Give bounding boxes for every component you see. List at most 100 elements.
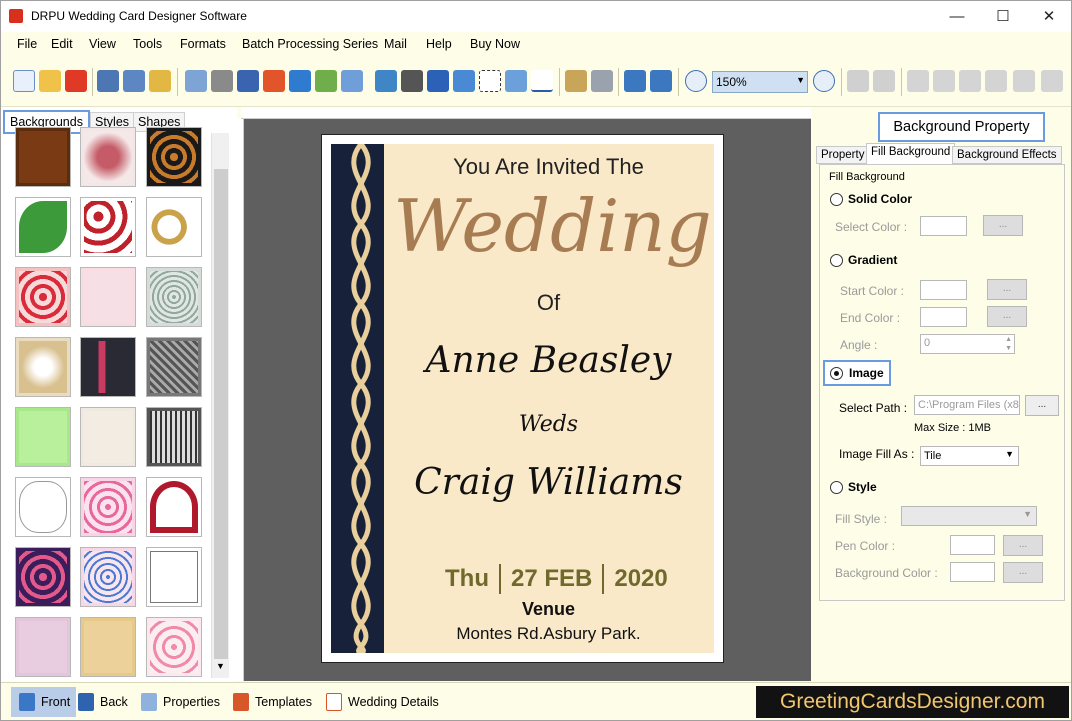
card-weds[interactable]: Weds bbox=[331, 412, 714, 437]
pen-color-button[interactable]: ... bbox=[1003, 535, 1043, 556]
redo-icon[interactable] bbox=[650, 70, 672, 92]
line-icon[interactable] bbox=[531, 70, 553, 92]
end-color-button[interactable]: ... bbox=[987, 306, 1027, 327]
background-thumbnail[interactable] bbox=[15, 267, 71, 327]
tab-properties[interactable]: Properties bbox=[133, 687, 226, 717]
tab-back[interactable]: Back bbox=[70, 687, 134, 717]
tab-property[interactable]: Property bbox=[816, 146, 870, 164]
signature-icon[interactable] bbox=[479, 70, 501, 92]
end-color-field[interactable] bbox=[920, 307, 967, 327]
new-icon[interactable] bbox=[13, 70, 35, 92]
background-thumbnail[interactable] bbox=[80, 127, 136, 187]
arrow-down-icon[interactable] bbox=[1041, 70, 1063, 92]
wedding-card[interactable]: You Are Invited The Wedding Of Anne Beas… bbox=[331, 144, 714, 653]
card-invite-line[interactable]: You Are Invited The bbox=[331, 154, 714, 180]
unlock-icon[interactable] bbox=[873, 70, 895, 92]
text-icon[interactable] bbox=[427, 70, 449, 92]
barcode-linear-icon[interactable] bbox=[375, 70, 397, 92]
path-field[interactable]: C:\Program Files (x86 bbox=[914, 395, 1020, 415]
word-art-icon[interactable] bbox=[453, 70, 475, 92]
tab-front[interactable]: Front bbox=[11, 687, 77, 717]
menu-tools[interactable]: Tools bbox=[133, 37, 162, 51]
image-fill-select[interactable]: Tile ▼ bbox=[920, 446, 1019, 466]
arrow-left-icon[interactable] bbox=[907, 70, 929, 92]
background-thumbnail[interactable] bbox=[80, 617, 136, 677]
background-thumbnail[interactable] bbox=[146, 547, 202, 607]
card-bride-name[interactable]: Anne Beasley bbox=[331, 340, 714, 381]
card-venue[interactable]: Montes Rd.Asbury Park. bbox=[331, 624, 714, 644]
database-icon[interactable] bbox=[565, 70, 587, 92]
card-groom-name[interactable]: Craig Williams bbox=[331, 462, 714, 503]
background-thumbnail[interactable] bbox=[146, 337, 202, 397]
scroll-down-icon[interactable]: ▼ bbox=[216, 661, 225, 671]
card-venue-label[interactable]: Venue bbox=[331, 599, 714, 620]
background-thumbnail[interactable] bbox=[146, 267, 202, 327]
copy-icon[interactable] bbox=[237, 70, 259, 92]
menu-mail[interactable]: Mail bbox=[384, 37, 407, 51]
properties-icon[interactable] bbox=[185, 70, 207, 92]
background-thumbnail[interactable] bbox=[15, 617, 71, 677]
open-folder-icon[interactable] bbox=[39, 70, 61, 92]
arrow-right-icon[interactable] bbox=[959, 70, 981, 92]
thumbnail-scrollbar[interactable]: ▼ bbox=[211, 133, 229, 678]
close-file-icon[interactable] bbox=[65, 70, 87, 92]
style-radio[interactable] bbox=[830, 481, 843, 494]
gift-icon[interactable] bbox=[263, 70, 285, 92]
shapes-icon[interactable] bbox=[341, 70, 363, 92]
print-icon[interactable] bbox=[211, 70, 233, 92]
minimize-button[interactable]: — bbox=[934, 1, 980, 32]
tab-wedding-details[interactable]: Wedding Details bbox=[318, 687, 445, 717]
select-color-button[interactable]: ... bbox=[983, 215, 1023, 236]
background-thumbnail[interactable] bbox=[15, 477, 71, 537]
fill-style-select[interactable]: ▼ bbox=[901, 506, 1037, 526]
barcode-icon[interactable] bbox=[401, 70, 423, 92]
background-thumbnail[interactable] bbox=[146, 407, 202, 467]
menu-buy-now[interactable]: Buy Now bbox=[470, 37, 520, 51]
arrow-up-icon[interactable] bbox=[985, 70, 1007, 92]
menu-help[interactable]: Help bbox=[426, 37, 452, 51]
undo-icon[interactable] bbox=[624, 70, 646, 92]
scrollbar-thumb[interactable] bbox=[214, 169, 228, 659]
solid-color-radio[interactable] bbox=[830, 193, 843, 206]
menu-formats[interactable]: Formats bbox=[180, 37, 226, 51]
gradient-radio[interactable] bbox=[830, 254, 843, 267]
card-date-row[interactable]: Thu 27 FEB 2020 bbox=[445, 564, 714, 594]
browse-path-button[interactable]: ... bbox=[1025, 395, 1059, 416]
save-icon[interactable] bbox=[97, 70, 119, 92]
zoom-select[interactable]: 150% ▼ bbox=[712, 71, 808, 93]
background-color-button[interactable]: ... bbox=[1003, 562, 1043, 583]
start-color-button[interactable]: ... bbox=[987, 279, 1027, 300]
image-option-highlight[interactable]: Image bbox=[823, 360, 891, 386]
background-thumbnail[interactable] bbox=[15, 197, 71, 257]
tab-fill-background[interactable]: Fill Background bbox=[866, 143, 956, 164]
image-icon[interactable] bbox=[315, 70, 337, 92]
maximize-button[interactable]: ☐ bbox=[980, 1, 1026, 32]
database-settings-icon[interactable] bbox=[591, 70, 613, 92]
menu-edit[interactable]: Edit bbox=[51, 37, 73, 51]
card-of[interactable]: Of bbox=[331, 290, 714, 316]
pen-color-field[interactable] bbox=[950, 535, 995, 555]
pencil-icon[interactable] bbox=[289, 70, 311, 92]
export-icon[interactable] bbox=[149, 70, 171, 92]
background-thumbnail[interactable] bbox=[146, 617, 202, 677]
menu-batch-processing[interactable]: Batch Processing Series bbox=[242, 37, 378, 51]
zoom-in-icon[interactable] bbox=[685, 70, 707, 92]
stepper-arrows-icon[interactable]: ▲ ▼ bbox=[1005, 335, 1012, 353]
background-thumbnail[interactable] bbox=[146, 477, 202, 537]
start-color-field[interactable] bbox=[920, 280, 967, 300]
flip-horizontal-icon[interactable] bbox=[933, 70, 955, 92]
zoom-out-icon[interactable] bbox=[813, 70, 835, 92]
tab-background-effects[interactable]: Background Effects bbox=[952, 146, 1062, 164]
lock-icon[interactable] bbox=[847, 70, 869, 92]
save-as-icon[interactable] bbox=[123, 70, 145, 92]
tab-templates[interactable]: Templates bbox=[225, 687, 318, 717]
background-thumbnail[interactable] bbox=[15, 407, 71, 467]
card-title[interactable]: Wedding bbox=[331, 184, 714, 268]
background-thumbnail[interactable] bbox=[15, 337, 71, 397]
background-thumbnail[interactable] bbox=[15, 547, 71, 607]
close-button[interactable]: ✕ bbox=[1026, 1, 1072, 32]
menu-file[interactable]: File bbox=[17, 37, 37, 51]
background-thumbnail[interactable] bbox=[80, 337, 136, 397]
background-color-field[interactable] bbox=[950, 562, 995, 582]
background-thumbnail[interactable] bbox=[80, 407, 136, 467]
